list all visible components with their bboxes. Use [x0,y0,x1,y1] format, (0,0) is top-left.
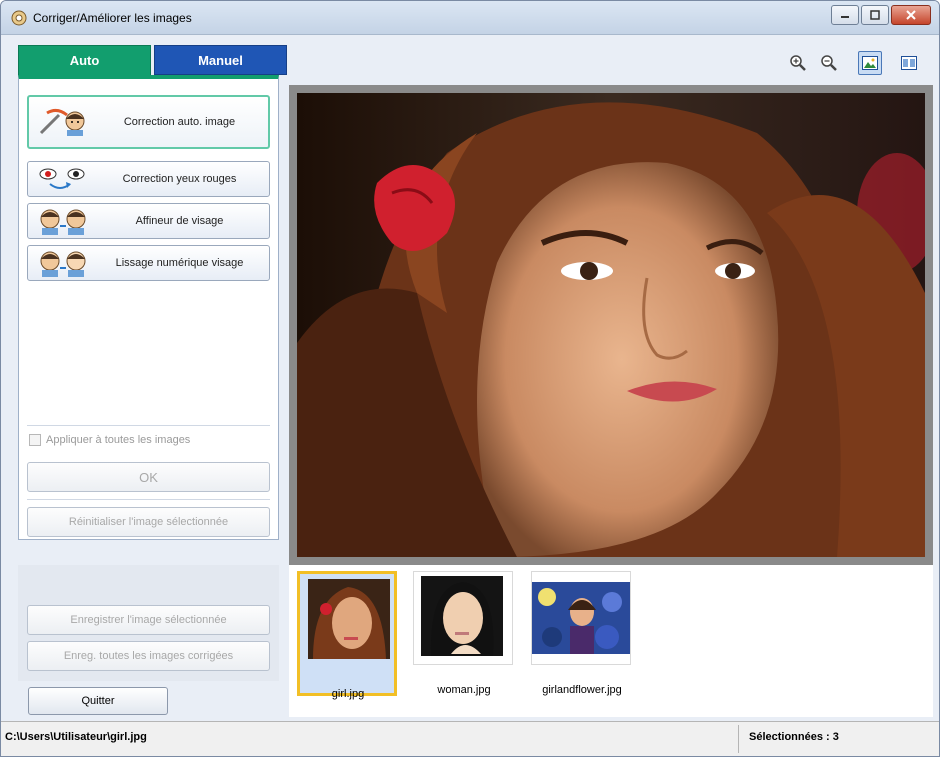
save-all-button[interactable]: Enreg. toutes les images corrigées [27,641,270,671]
close-button[interactable] [891,5,931,25]
maximize-icon [870,10,880,20]
zoom-in-icon [790,55,806,71]
thumbnail-girlandflower[interactable]: girlandflower.jpg [531,571,631,696]
auto-tab-panel: Correction auto. image Correction yeux r… [18,75,279,540]
thumbnail-image [532,582,630,654]
full-image-button[interactable] [858,51,882,75]
thumbnail-name: girlandflower.jpg [542,684,622,696]
zoom-in-button[interactable] [786,51,810,75]
face-smooth-button[interactable]: Lissage numérique visage [27,245,270,281]
face-smooth-icon [40,251,86,277]
status-path: C:\Users\Utilisateur\girl.jpg [5,731,147,743]
thumbnail-girl[interactable]: girl.jpg [297,571,397,700]
auto-correct-label: Correction auto. image [123,116,236,128]
red-eye-label: Correction yeux rouges [122,173,237,185]
window-controls [831,5,931,25]
close-icon [906,10,916,20]
tab-auto[interactable]: Auto [18,45,151,75]
divider [27,425,270,426]
face-sharpen-button[interactable]: Affineur de visage [27,203,270,239]
maximize-button[interactable] [861,5,889,25]
red-eye-button[interactable]: Correction yeux rouges [27,161,270,197]
auto-correct-button[interactable]: Correction auto. image [27,95,270,149]
zoom-out-icon [821,55,837,71]
auto-correct-icon [39,108,85,136]
image-preview [289,85,933,565]
zoom-out-button[interactable] [817,51,841,75]
app-icon [11,10,27,26]
app-window: Corriger/Améliorer les images Auto Manue… [0,0,940,757]
face-sharpen-label: Affineur de visage [135,215,224,227]
status-divider [738,725,739,753]
compare-icon [901,56,917,70]
thumbnail-strip: girl.jpg woman.jpg girlandflower.jpg [289,565,933,717]
preview-photo [297,93,925,557]
minimize-icon [841,16,849,18]
thumbnail-image [308,579,390,659]
save-selected-button[interactable]: Enregistrer l'image sélectionnée [27,605,270,635]
minimize-button[interactable] [831,5,859,25]
reset-selected-button[interactable]: Réinitialiser l'image sélectionnée [27,507,270,537]
save-panel: Enregistrer l'image sélectionnée Enreg. … [18,565,279,681]
status-selected-count: Sélectionnées : 3 [749,731,839,743]
face-sharpen-icon [40,209,86,235]
window-title: Corriger/Améliorer les images [33,11,192,25]
compare-button[interactable] [897,51,921,75]
left-panel: Auto Manuel Correction auto. image Corre… [10,45,287,715]
apply-all-label: Appliquer à toutes les images [46,434,191,446]
tab-manuel[interactable]: Manuel [154,45,287,75]
checkbox-box[interactable] [29,434,41,446]
face-smooth-label: Lissage numérique visage [115,257,244,269]
divider [27,499,270,500]
apply-all-checkbox[interactable]: Appliquer à toutes les images [29,434,190,446]
thumbnail-woman[interactable]: woman.jpg [413,571,513,696]
title-bar: Corriger/Améliorer les images [1,1,939,35]
red-eye-icon [39,168,85,189]
ok-button[interactable]: OK [27,462,270,492]
thumbnail-image [421,576,503,656]
full-image-icon [862,56,878,70]
quit-button[interactable]: Quitter [28,687,168,715]
preview-toolbar [289,45,933,85]
status-bar: C:\Users\Utilisateur\girl.jpg Sélectionn… [1,721,939,756]
